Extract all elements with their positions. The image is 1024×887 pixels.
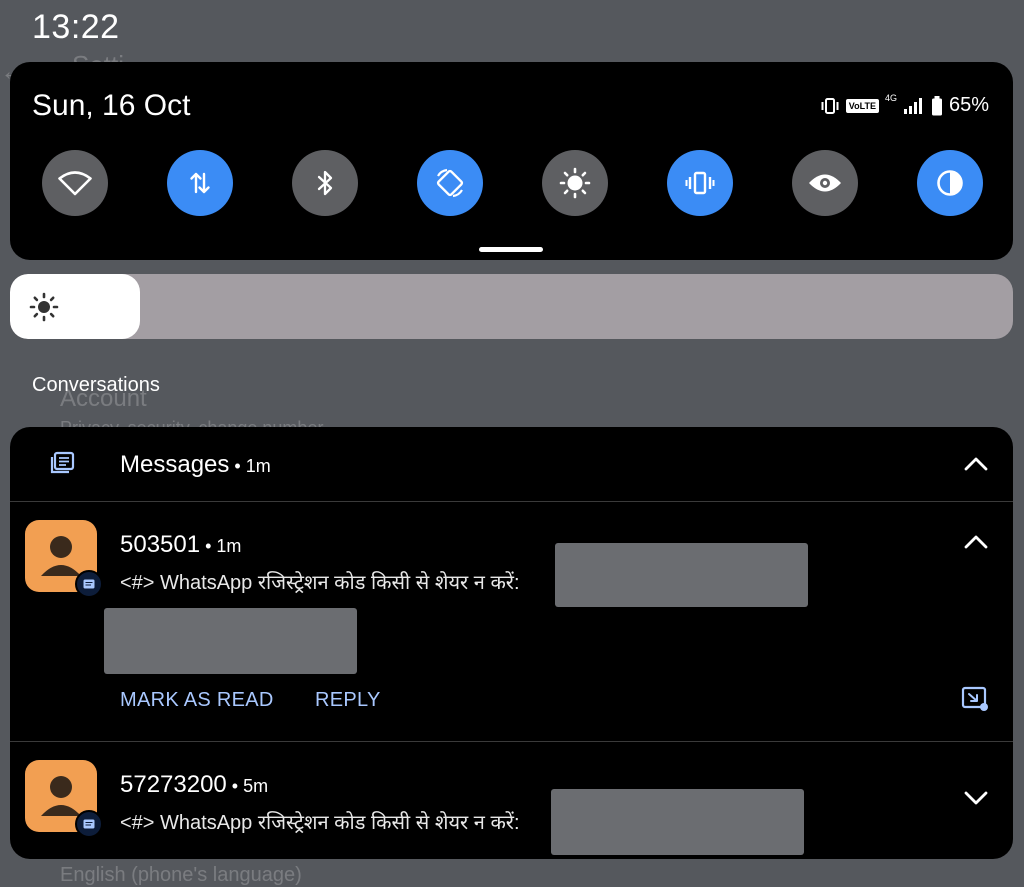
sender-row: 503501 • 1m xyxy=(120,531,242,558)
conversations-section-title: Conversations xyxy=(32,374,160,396)
mobile-data-tile[interactable] xyxy=(167,150,233,216)
notification-header[interactable]: Messages • 1m xyxy=(10,427,1013,501)
sun-icon xyxy=(559,167,591,199)
messages-app-icon xyxy=(50,451,75,474)
bluetooth-icon xyxy=(317,170,333,196)
redacted-code xyxy=(555,543,808,607)
redacted-code xyxy=(104,608,357,674)
avatar xyxy=(25,520,103,598)
app-time: 1m xyxy=(245,456,271,476)
avatar xyxy=(25,760,103,838)
battery-percentage: 65% xyxy=(948,94,989,116)
dark-theme-tile[interactable] xyxy=(917,150,983,216)
app-name: Messages xyxy=(120,451,230,478)
bluetooth-tile[interactable] xyxy=(292,150,358,216)
messages-badge xyxy=(75,570,103,598)
message-text: <#> WhatsApp रजिस्ट्रेशन कोड किसी से शेय… xyxy=(120,812,520,834)
contrast-icon xyxy=(937,170,963,196)
sender-row: 57273200 • 5m xyxy=(120,771,269,798)
qs-date[interactable]: Sun, 16 Oct xyxy=(32,89,190,123)
status-bar-clock: 13:22 xyxy=(32,8,120,46)
open-in-bubble-icon[interactable] xyxy=(961,686,989,712)
network-type-label: 4G xyxy=(884,92,897,103)
messages-notification-card[interactable]: Messages • 1m 503501 • 1m <#> WhatsApp र… xyxy=(10,427,1013,859)
app-name-row: Messages • 1m xyxy=(120,451,271,478)
message-time: 1m xyxy=(216,536,242,556)
vibrate-icon xyxy=(685,171,715,195)
mobile-data-icon xyxy=(190,172,210,194)
quick-settings-panel: Sun, 16 Oct VoLTE 4G 65% xyxy=(10,62,1013,260)
collapse-group-chevron-icon[interactable] xyxy=(963,455,989,473)
eye-icon xyxy=(809,174,841,192)
sender-name: 503501 xyxy=(120,531,201,558)
quick-settings-tiles xyxy=(42,150,983,218)
message-badge-icon xyxy=(83,579,95,589)
sender-name: 57273200 xyxy=(120,771,227,798)
message-text: <#> WhatsApp रजिस्ट्रेशन कोड किसी से शेय… xyxy=(120,572,520,594)
auto-rotate-icon xyxy=(436,168,464,198)
messages-badge xyxy=(75,810,103,838)
collapse-message-chevron-icon[interactable] xyxy=(963,533,989,551)
ghost-language: English (phone's language) xyxy=(60,864,302,886)
message-badge-icon xyxy=(83,819,95,829)
vibrate-tile[interactable] xyxy=(667,150,733,216)
wifi-tile[interactable] xyxy=(42,150,108,216)
wifi-icon xyxy=(58,171,92,196)
auto-rotate-tile[interactable] xyxy=(417,150,483,216)
message-time: 5m xyxy=(243,776,269,796)
reply-button[interactable]: REPLY xyxy=(315,689,381,712)
vibrate-status-icon xyxy=(821,97,839,114)
brightness-mode-tile[interactable] xyxy=(542,150,608,216)
brightness-icon xyxy=(29,292,59,322)
signal-icon xyxy=(903,97,922,114)
message-divider xyxy=(10,741,1013,742)
mark-as-read-button[interactable]: MARK AS READ xyxy=(120,689,274,712)
header-divider xyxy=(10,501,1013,502)
volte-icon: VoLTE xyxy=(845,98,879,113)
redacted-code xyxy=(551,789,804,855)
expand-message-chevron-icon[interactable] xyxy=(963,789,989,807)
brightness-slider[interactable] xyxy=(10,274,1013,339)
battery-icon xyxy=(931,95,942,115)
status-icons: VoLTE 4G 65% xyxy=(820,92,989,117)
qs-expand-handle[interactable] xyxy=(479,247,543,252)
eye-comfort-tile[interactable] xyxy=(792,150,858,216)
